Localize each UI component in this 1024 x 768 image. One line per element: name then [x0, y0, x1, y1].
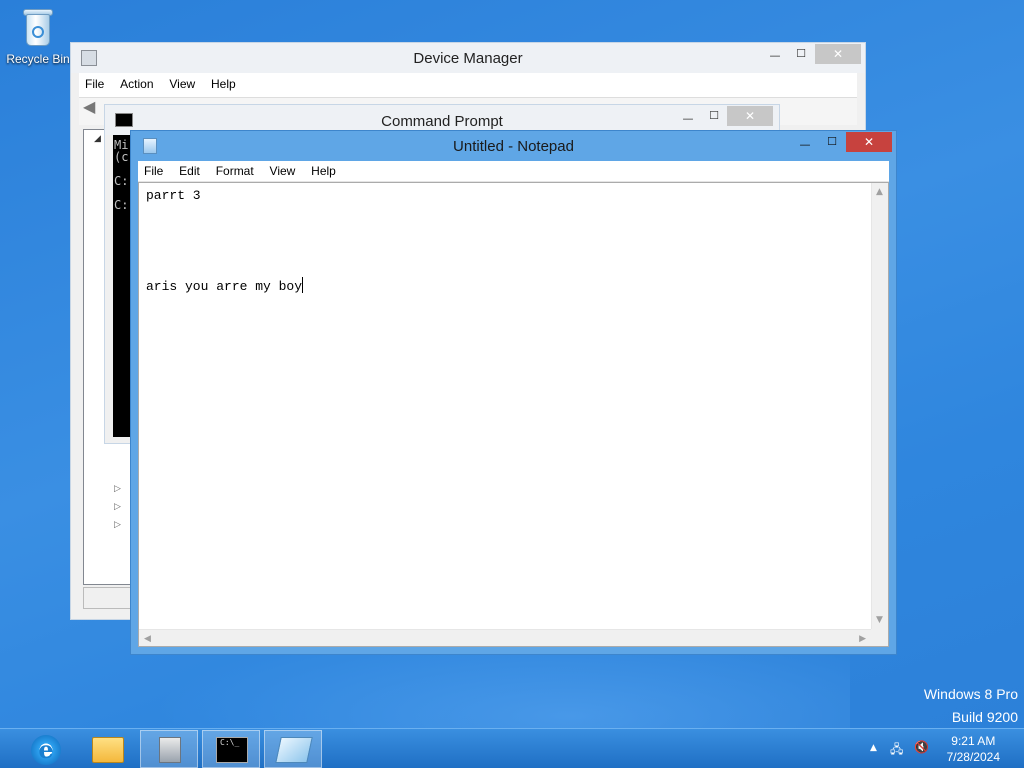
folder-icon: [92, 737, 124, 763]
menu-file[interactable]: File: [79, 73, 110, 95]
menu-view[interactable]: View: [264, 161, 302, 181]
text-caret: [302, 277, 304, 293]
internet-explorer-icon: e: [31, 735, 61, 765]
taskbar-notepad[interactable]: [264, 730, 322, 768]
console-line: C:: [114, 174, 129, 188]
size-grip[interactable]: [871, 629, 888, 646]
notepad-maximize-button[interactable]: ☐: [819, 132, 845, 152]
clock-time: 9:21 AM: [951, 734, 996, 748]
notepad-text-area[interactable]: parrt 3 aris you arre my boy ▲ ▼ ◀ ▶: [138, 182, 889, 647]
notepad-menubar: File Edit Format View Help: [138, 161, 889, 182]
scroll-up-icon[interactable]: ▲: [876, 187, 883, 197]
show-hidden-icons-chevron-icon[interactable]: ▲: [870, 743, 877, 753]
volume-muted-icon[interactable]: 🔇: [914, 740, 929, 754]
notepad-title: Untitled - Notepad: [453, 138, 574, 155]
menu-action[interactable]: Action: [114, 73, 159, 95]
clock-date: 7/28/2024: [946, 750, 1000, 764]
device-manager-maximize-button[interactable]: ☐: [788, 44, 814, 64]
text-line-2: aris you arre my boy: [146, 279, 303, 294]
tree-expand-icon[interactable]: ▷: [114, 502, 121, 512]
recycle-bin-shortcut[interactable]: Recycle Bin: [4, 6, 72, 66]
menu-view[interactable]: View: [163, 73, 201, 95]
taskbar-device-manager[interactable]: [140, 730, 198, 768]
tree-expand-icon[interactable]: ▷: [114, 484, 121, 494]
command-prompt-close-button[interactable]: ✕: [727, 106, 773, 126]
scroll-right-icon[interactable]: ▶: [859, 634, 866, 644]
menu-edit[interactable]: Edit: [173, 161, 206, 181]
console-line: C:: [114, 198, 129, 212]
text-line-1: parrt 3: [146, 188, 201, 203]
taskbar-command-prompt[interactable]: C:\_: [202, 730, 260, 768]
network-icon[interactable]: 🖧: [890, 740, 903, 761]
device-manager-title: Device Manager: [413, 50, 523, 67]
menu-help[interactable]: Help: [305, 161, 342, 181]
menu-format[interactable]: Format: [210, 161, 260, 181]
console-line: (c: [114, 150, 129, 164]
device-manager-menubar: File Action View Help: [79, 73, 857, 97]
notepad-window[interactable]: Untitled - Notepad — ☐ ✕ File Edit Forma…: [130, 130, 897, 655]
taskbar: e C:\_ ▲ 🖧 🔇 9:21 AM 7/28/2024: [0, 728, 1024, 768]
tree-expand-icon[interactable]: ▷: [114, 520, 121, 530]
system-tray: ▲ 🖧 🔇 9:21 AM 7/28/2024: [860, 729, 1024, 768]
windows-build-label: Build 9200: [951, 709, 1018, 725]
windows-edition-label: Windows 8 Pro: [923, 686, 1018, 702]
vertical-scrollbar[interactable]: ▲ ▼: [871, 183, 888, 629]
recycle-bin-icon: [21, 6, 55, 48]
command-prompt-maximize-button[interactable]: ☐: [701, 106, 727, 126]
notepad-icon: [275, 737, 313, 763]
command-prompt-icon: C:\_: [216, 737, 248, 763]
scroll-down-icon[interactable]: ▼: [876, 615, 883, 625]
horizontal-scrollbar[interactable]: ◀ ▶: [139, 629, 871, 646]
tree-collapse-icon[interactable]: ◢: [94, 134, 101, 144]
scroll-left-icon[interactable]: ◀: [144, 634, 151, 644]
notepad-titlebar[interactable]: Untitled - Notepad — ☐ ✕: [131, 131, 896, 161]
recycle-bin-label: Recycle Bin: [6, 52, 70, 66]
command-prompt-minimize-button[interactable]: —: [675, 109, 701, 129]
taskbar-internet-explorer[interactable]: e: [16, 730, 74, 768]
menu-file[interactable]: File: [138, 161, 169, 181]
clock[interactable]: 9:21 AM 7/28/2024: [947, 733, 1000, 765]
back-arrow-icon[interactable]: ◀: [83, 99, 95, 115]
notepad-content: parrt 3 aris you arre my boy: [146, 187, 868, 296]
notepad-minimize-button[interactable]: —: [792, 135, 818, 155]
device-manager-close-button[interactable]: ✕: [815, 44, 861, 64]
taskbar-file-explorer[interactable]: [78, 730, 136, 768]
menu-help[interactable]: Help: [205, 73, 242, 95]
device-manager-titlebar[interactable]: Device Manager — ☐ ✕: [71, 43, 865, 73]
server-icon: [159, 737, 181, 763]
notepad-close-button[interactable]: ✕: [846, 132, 892, 152]
device-manager-minimize-button[interactable]: —: [762, 46, 788, 66]
